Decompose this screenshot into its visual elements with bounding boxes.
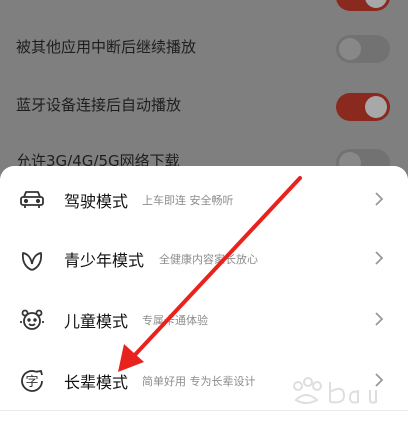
- mode-item-title: 长辈模式: [64, 373, 129, 392]
- mode-item-teen[interactable]: 青少年模式 全健康内容家长放心: [0, 229, 408, 289]
- chevron-right-icon: [375, 312, 384, 326]
- toggle-switch[interactable]: [336, 93, 390, 121]
- elder-character-icon: 字: [17, 366, 47, 396]
- mode-item-description: 专属卡通体验: [142, 314, 208, 327]
- car-icon: [17, 185, 47, 215]
- settings-row-partial: [0, 0, 408, 18]
- mode-item-description: 全健康内容家长放心: [159, 253, 258, 266]
- mode-item-description: 上车即连 安全畅听: [142, 194, 234, 207]
- chevron-right-icon: [375, 373, 384, 387]
- settings-row-label: 蓝牙设备连接后自动播放: [16, 96, 182, 114]
- chevron-right-icon: [375, 192, 384, 206]
- chevron-right-icon: [375, 251, 384, 265]
- mode-item-children[interactable]: 儿童模式 专属卡通体验: [0, 290, 408, 350]
- mode-item-elder[interactable]: 字 长辈模式 简单好用 专为长辈设计: [0, 351, 408, 411]
- leaf-icon: [17, 244, 47, 274]
- mode-item-title: 儿童模式: [64, 312, 129, 331]
- child-face-icon: [17, 305, 47, 335]
- mode-item-title: 驾驶模式: [64, 192, 129, 211]
- settings-row-resume-after-interrupt[interactable]: 被其他应用中断后继续播放: [0, 26, 408, 70]
- settings-row-label: 被其他应用中断后继续播放: [16, 38, 197, 56]
- settings-row-bluetooth-autoplay[interactable]: 蓝牙设备连接后自动播放: [0, 84, 408, 128]
- mode-item-description: 简单好用 专为长辈设计: [142, 375, 256, 388]
- toggle-switch[interactable]: [336, 35, 390, 63]
- mode-item-title: 青少年模式: [64, 251, 145, 270]
- toggle-switch[interactable]: [336, 0, 390, 11]
- elder-icon-glyph: 字: [25, 375, 38, 390]
- mode-bottom-sheet: 驾驶模式 上车即连 安全畅听 青少年模式 全健康内容家长放心 儿童模式 专属卡通…: [0, 166, 408, 425]
- sheet-divider: [0, 410, 408, 411]
- mode-item-driving[interactable]: 驾驶模式 上车即连 安全畅听: [0, 170, 408, 230]
